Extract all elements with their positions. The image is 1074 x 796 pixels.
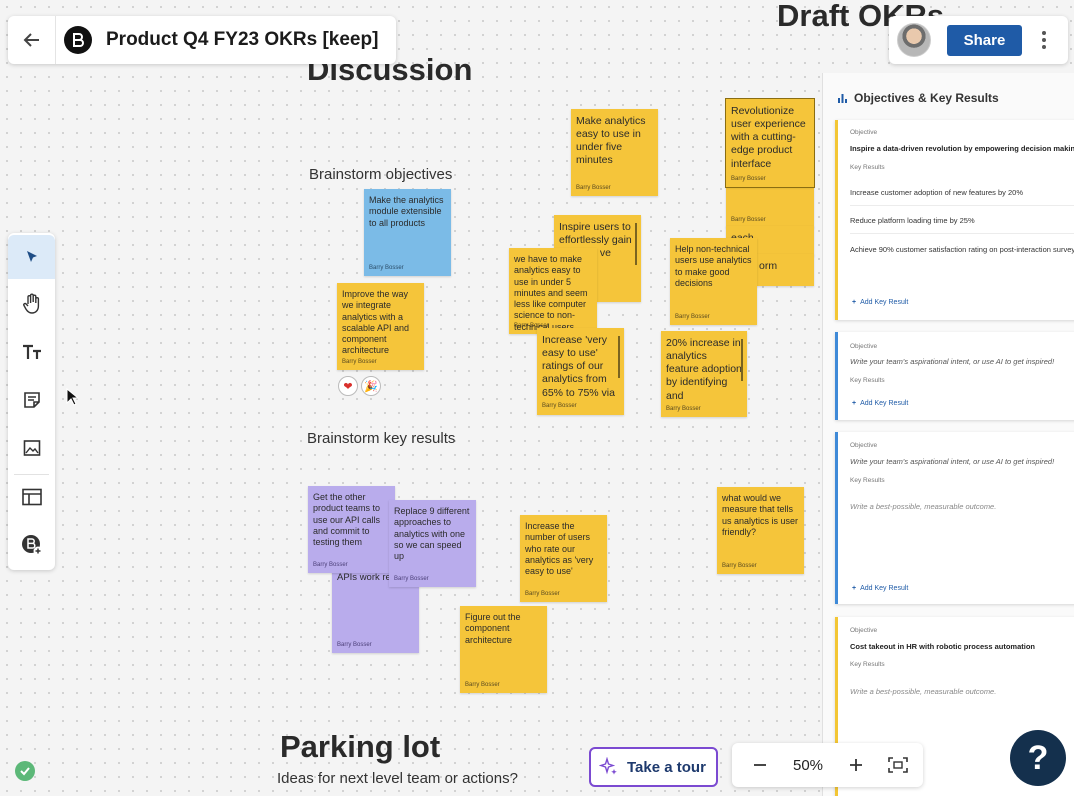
zoom-level[interactable]: 50% bbox=[782, 743, 834, 787]
sticky-note[interactable]: orm bbox=[754, 254, 814, 286]
sticky-note-tool[interactable] bbox=[8, 378, 55, 422]
minus-icon bbox=[754, 764, 766, 766]
cursor-icon bbox=[26, 251, 37, 262]
zoom-controls: 50% bbox=[732, 743, 923, 787]
key-result-input[interactable]: Write a best-possible, measurable outcom… bbox=[850, 687, 1074, 704]
add-objective-tool[interactable] bbox=[8, 523, 55, 567]
sticky-note[interactable]: Increase 'very easy to use' ratings of o… bbox=[537, 328, 624, 415]
add-key-result-button[interactable]: + Add Key Result bbox=[852, 585, 908, 592]
objective-label: Objective bbox=[850, 442, 878, 449]
fit-screen-icon bbox=[888, 757, 908, 773]
key-result-item[interactable]: Achieve 90% customer satisfaction rating… bbox=[850, 245, 1074, 262]
share-button[interactable]: Share bbox=[947, 24, 1022, 56]
take-a-tour-button[interactable]: Take a tour bbox=[589, 747, 718, 787]
objective-card[interactable]: Objective Write your team's aspirational… bbox=[835, 432, 1074, 604]
layout-template-icon bbox=[21, 488, 42, 506]
more-options-icon[interactable] bbox=[1042, 31, 1046, 49]
scrollbar[interactable] bbox=[618, 336, 620, 378]
objective-text[interactable]: Write your team's aspirational intent, o… bbox=[850, 357, 1054, 366]
objective-label: Objective bbox=[850, 129, 878, 136]
sticky-note[interactable]: Increase the number of users who rate ou… bbox=[520, 515, 607, 602]
sticky-note[interactable]: Help non-technical users use analytics t… bbox=[670, 238, 757, 325]
sticky-note[interactable]: Figure out the component architecture Ba… bbox=[460, 606, 547, 693]
zoom-out-button[interactable] bbox=[740, 743, 780, 787]
sticky-note[interactable]: we have to make analytics easy to use in… bbox=[509, 248, 597, 334]
text-tool[interactable] bbox=[8, 330, 55, 374]
title-bar: Product Q4 FY23 OKRs [keep] bbox=[8, 16, 396, 64]
key-result-item[interactable]: Reduce platform loading time by 25% bbox=[850, 216, 1074, 234]
key-result-item[interactable]: Increase customer adoption of new featur… bbox=[850, 188, 1074, 206]
mouse-cursor-icon bbox=[66, 388, 78, 406]
sticky-note[interactable]: Replace 9 different approaches to analyt… bbox=[389, 500, 476, 587]
app-logo-icon[interactable] bbox=[64, 26, 92, 54]
heart-reaction[interactable]: ❤ bbox=[338, 376, 358, 396]
plus-icon bbox=[850, 759, 862, 771]
objective-text[interactable]: Inspire a data-driven revolution by empo… bbox=[850, 144, 1074, 153]
sticky-note[interactable]: Revolutionize user experience with a cut… bbox=[725, 98, 815, 188]
add-key-result-button[interactable]: + Add Key Result bbox=[852, 400, 908, 407]
collab-bar: Share bbox=[889, 16, 1068, 64]
hand-tool[interactable] bbox=[8, 282, 55, 326]
avatar[interactable] bbox=[897, 23, 931, 57]
celebrate-reaction[interactable]: 🎉 bbox=[361, 376, 381, 396]
objective-text[interactable]: Cost takeout in HR with robotic process … bbox=[850, 642, 1035, 651]
sync-status-check-icon bbox=[15, 761, 35, 781]
zoom-in-button[interactable] bbox=[836, 743, 876, 787]
objective-text[interactable]: Write your team's aspirational intent, o… bbox=[850, 457, 1054, 466]
arrow-left-icon bbox=[23, 33, 39, 47]
parking-lot-subtitle: Ideas for next level team or actions? bbox=[277, 770, 518, 787]
objective-label: Objective bbox=[850, 343, 878, 350]
help-question-icon: ? bbox=[1027, 738, 1049, 777]
sticky-note[interactable]: Barry Bosser bbox=[726, 186, 814, 228]
key-results-label: Key Results bbox=[850, 477, 885, 484]
image-icon bbox=[23, 440, 40, 456]
sticky-note[interactable]: 20% increase in analytics feature adopti… bbox=[661, 331, 747, 417]
heart-icon: ❤ bbox=[343, 380, 353, 393]
key-results-label: Key Results bbox=[850, 377, 885, 384]
parking-lot-heading: Parking lot bbox=[280, 729, 441, 764]
key-results-label: Key Results bbox=[850, 164, 885, 171]
okr-panel: Objectives & Key Results Objective Inspi… bbox=[822, 73, 1074, 796]
sticky-note[interactable]: Make the analytics module extensible to … bbox=[364, 189, 451, 276]
fit-to-screen-button[interactable] bbox=[878, 743, 918, 787]
hand-icon bbox=[22, 293, 39, 314]
sticky-note[interactable]: Improve the way we integrate analytics w… bbox=[337, 283, 424, 370]
sparkle-icon bbox=[599, 757, 617, 775]
tour-label: Take a tour bbox=[627, 758, 706, 776]
left-toolbar bbox=[8, 233, 55, 570]
scrollbar[interactable] bbox=[741, 339, 743, 381]
objective-label: Objective bbox=[850, 627, 878, 634]
help-button[interactable]: ? bbox=[1010, 730, 1066, 786]
key-result-input[interactable]: Write a best-possible, measurable outcom… bbox=[850, 502, 1074, 519]
text-icon bbox=[22, 344, 41, 359]
select-tool[interactable] bbox=[8, 235, 55, 279]
document-title[interactable]: Product Q4 FY23 OKRs [keep] bbox=[106, 29, 378, 51]
sticky-note[interactable]: what would we measure that tells us anal… bbox=[717, 487, 804, 574]
objective-card[interactable]: Objective Write your team's aspirational… bbox=[835, 332, 1074, 420]
back-button[interactable] bbox=[8, 16, 56, 64]
sticky-note[interactable]: Get the other product teams to use our A… bbox=[308, 486, 395, 573]
sticky-note[interactable]: Make analytics easy to use in under five… bbox=[571, 109, 658, 196]
add-objective-icon bbox=[21, 535, 42, 556]
sticky-note-icon bbox=[23, 392, 40, 408]
bar-chart-icon bbox=[838, 93, 847, 103]
add-key-result-button[interactable]: + Add Key Result bbox=[852, 299, 908, 306]
image-tool[interactable] bbox=[8, 426, 55, 470]
key-results-label: Key Results bbox=[850, 661, 885, 668]
okr-panel-title: Objectives & Key Results bbox=[837, 91, 999, 105]
brainstorm-objectives-heading: Brainstorm objectives bbox=[309, 166, 453, 183]
brainstorm-key-results-heading: Brainstorm key results bbox=[307, 430, 456, 447]
template-tool[interactable] bbox=[8, 475, 55, 519]
scrollbar[interactable] bbox=[635, 223, 637, 265]
celebrate-icon: 🎉 bbox=[364, 380, 378, 393]
objective-card[interactable]: Objective Inspire a data-driven revoluti… bbox=[835, 120, 1074, 320]
